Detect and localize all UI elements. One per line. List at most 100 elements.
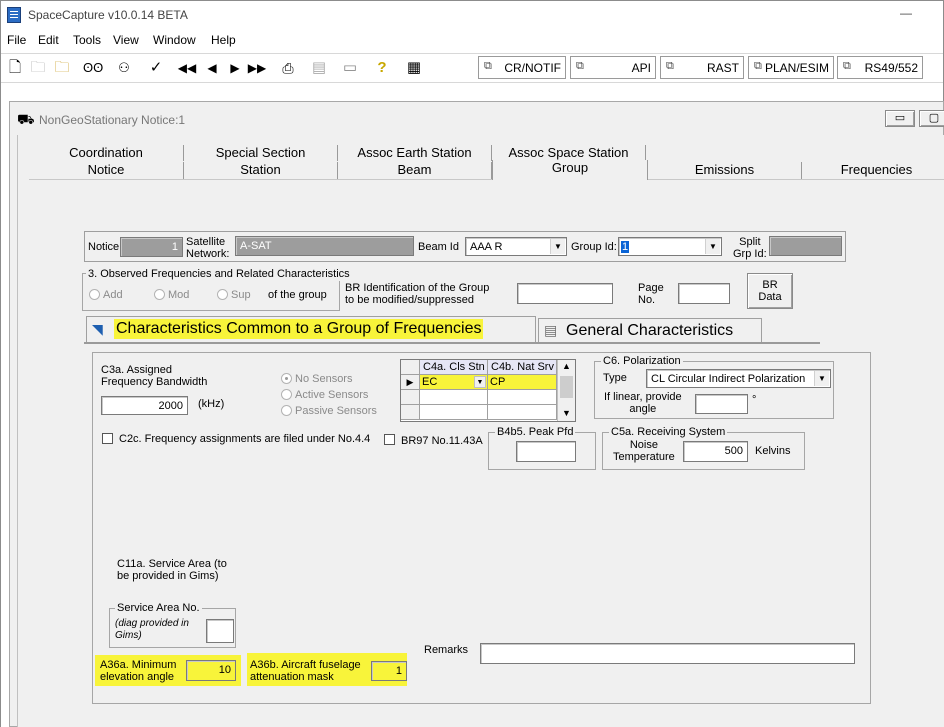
c3a-label: C3a. Assigned Frequency Bandwidth [101,364,208,388]
radio-mod[interactable]: Mod [154,289,189,301]
grid-scrollbar[interactable]: ▲ ▼ [557,360,575,421]
satellite-dish-icon: ◥ [92,321,103,337]
last-record-icon[interactable]: ▶▶ [247,58,267,78]
tab-coordination[interactable]: Coordination [29,145,184,161]
next-record-icon[interactable]: ▶ [225,58,245,78]
observed-frequencies-title: 3. Observed Frequencies and Related Char… [86,267,352,281]
tab-station[interactable]: Station [184,162,338,179]
tab-frequencies[interactable]: Frequencies [802,162,944,179]
help-icon[interactable]: ? [372,58,392,78]
sensor-radio-1[interactable]: Active Sensors [281,389,368,401]
grid-cell-nature-service[interactable] [488,390,557,405]
br-ident-field[interactable] [517,283,613,304]
group-id-select[interactable]: 1 ▼ [618,237,722,256]
notice-field[interactable]: 1 [120,237,183,257]
b4b5-peak-pfd-field[interactable] [516,441,576,462]
window-icon: ⧉ [666,60,674,72]
tab-assoc-earth-station[interactable]: Assoc Earth Station [338,145,492,161]
service-area-field[interactable] [206,619,234,643]
row-selector[interactable] [401,390,420,405]
window-tab-1[interactable]: ⧉ API [570,56,656,79]
remarks-field[interactable] [480,643,855,664]
grid-corner [401,360,420,375]
c6-linear-label: If linear, provide angle [604,391,682,415]
grid-cell-class-station[interactable]: EC ▼ [420,375,488,390]
chevron-down-icon[interactable]: ▼ [705,239,720,254]
subtab-characteristics[interactable]: ◥ Characteristics Common to a Group of F… [86,316,536,342]
scroll-thumb[interactable] [560,376,573,398]
b4b5-title: B4b5. Peak Pfd [495,425,576,439]
menu-edit[interactable]: Edit [38,33,59,47]
tab-special-section[interactable]: Special Section [184,145,338,161]
window-tab-label: API [631,61,651,75]
satellite-network-field[interactable]: A-SAT [235,236,414,256]
chevron-down-icon[interactable]: ▼ [474,376,486,388]
new-document-icon[interactable]: 🗋 [5,58,25,78]
br-ident-label: BR Identification of the Group to be mod… [345,282,490,306]
window-tab-2[interactable]: ⧉ RAST [660,56,744,79]
row-selector[interactable]: ▶ [401,375,420,390]
stamp-icon[interactable]: ▭ [340,58,360,78]
validate-check-icon[interactable]: ✓ [146,58,166,78]
a36b-attenuation-field[interactable]: 1 [371,661,407,681]
scroll-down-icon[interactable]: ▼ [562,408,571,418]
c5a-noise-label: Noise Temperature [613,439,675,463]
open-folder-icon[interactable]: 🗀 [52,58,72,78]
br-data-button[interactable]: BR Data [747,273,793,309]
a36a-elevation-field[interactable]: 10 [186,660,236,681]
degree-symbol: ° [752,394,757,406]
window-tab-0[interactable]: ⧉ CR/NOTIF [478,56,566,79]
menu-view[interactable]: View [113,33,139,47]
scroll-up-icon[interactable]: ▲ [562,361,571,371]
menu-tools[interactable]: Tools [73,33,101,47]
prev-record-icon[interactable]: ◀ [202,58,222,78]
print-icon[interactable]: ⎙ [278,58,298,78]
split-grp-field[interactable] [769,236,842,256]
first-record-icon[interactable]: ◀◀ [177,58,197,78]
menu-file[interactable]: File [7,33,26,47]
menu-window[interactable]: Window [153,33,196,47]
child-window-title: NonGeoStationary Notice:1 [39,113,186,127]
subtab-general[interactable]: ▤ General Characteristics [538,318,762,342]
satellite-label: Satellite Network: [186,236,230,260]
glasses-icon[interactable]: ʘʘ [83,58,103,78]
c5a-noise-field[interactable]: 500 [683,441,748,462]
c6-type-select[interactable]: CL Circular Indirect Polarization ▼ [646,369,831,388]
open-disabled-icon[interactable]: 🗀 [28,58,48,78]
page-no-field[interactable] [678,283,730,304]
window-tab-4[interactable]: ⧉ RS49/552 [837,56,923,79]
tab-emissions[interactable]: Emissions [648,162,802,179]
child-minimize-button[interactable]: ▭ [885,110,915,127]
tab-beam[interactable]: Beam [338,162,492,179]
grid-cell-nature-service[interactable] [488,405,557,420]
radio-label: Mod [168,289,190,301]
c3a-bandwidth-field[interactable]: 2000 [101,396,188,415]
beam-id-select[interactable]: AAA R ▼ [465,237,567,256]
grid-cell-class-station[interactable] [420,405,488,420]
chevron-down-icon[interactable]: ▼ [814,371,829,386]
grid-header: C4a. Cls Stn [420,360,488,375]
grid-cell-nature-service[interactable]: CP [488,375,557,390]
document-icon: ▤ [544,322,558,338]
sensor-radio-2[interactable]: Passive Sensors [281,405,377,417]
export-icon[interactable]: ▤ [309,58,329,78]
radio-add[interactable]: Add [89,289,123,301]
br97-checkbox[interactable] [384,434,395,445]
c6-angle-field[interactable] [695,394,748,414]
window-tab-3[interactable]: ⧉ PLAN/ESIM [748,56,834,79]
sensor-label: Passive Sensors [295,405,377,417]
tab-group[interactable]: Group [492,160,648,180]
grid-cell-class-station[interactable] [420,390,488,405]
chevron-down-icon[interactable]: ▼ [550,239,565,254]
child-restore-button[interactable]: ▢ [919,110,944,127]
c2c-checkbox[interactable] [102,433,113,444]
tab-assoc-space-station[interactable]: Assoc Space Station [492,145,646,161]
binoculars-icon[interactable]: ⚇ [114,58,134,78]
menu-help[interactable]: Help [211,33,236,47]
tab-notice[interactable]: Notice [29,162,184,179]
sensor-radio-0[interactable]: No Sensors [281,373,352,385]
radio-sup[interactable]: Sup [217,289,251,301]
row-selector[interactable] [401,405,420,420]
minimize-button[interactable]: — [900,6,912,20]
calendar-icon[interactable]: ▦ [404,58,424,78]
